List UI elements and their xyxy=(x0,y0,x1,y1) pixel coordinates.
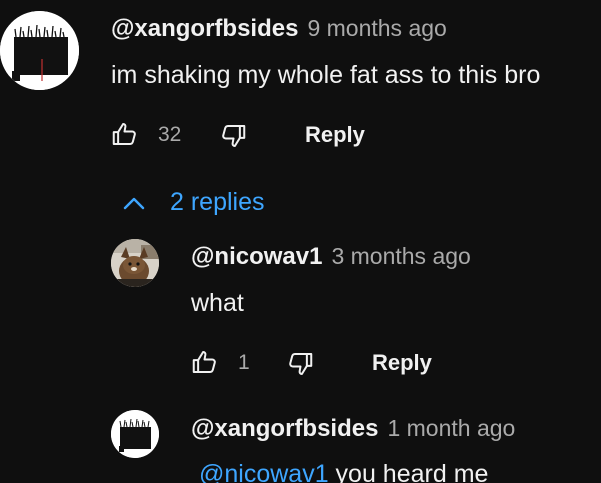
thumbs-up-icon xyxy=(192,351,216,373)
thumbs-up-icon xyxy=(112,123,136,145)
reply-button[interactable]: Reply xyxy=(305,124,365,146)
reply-header: @xangorfbsides 1 month ago xyxy=(191,417,515,441)
comment-timestamp[interactable]: 9 months ago xyxy=(307,17,446,40)
avatar-image xyxy=(0,11,79,90)
thumbs-down-icon xyxy=(289,353,313,375)
thumbs-down-icon xyxy=(222,125,246,147)
like-count: 32 xyxy=(158,123,182,146)
comments-section: @xangorfbsides 9 months ago im shaking m… xyxy=(0,0,601,483)
replies-count-label: 2 replies xyxy=(170,188,265,216)
avatar[interactable] xyxy=(111,239,159,287)
reply-header: @nicowav1 3 months ago xyxy=(191,245,471,269)
like-button[interactable] xyxy=(108,117,142,151)
chevron-up-icon xyxy=(123,197,145,209)
replies-toggle-button[interactable]: 2 replies xyxy=(118,190,265,215)
comment-text: im shaking my whole fat ass to this bro xyxy=(111,61,541,89)
reply-text: what xyxy=(191,289,244,317)
reply-text: @nicowav1 you heard me xyxy=(199,462,488,483)
avatar[interactable] xyxy=(0,11,79,90)
avatar-image xyxy=(111,410,159,458)
reply-button[interactable]: Reply xyxy=(372,352,432,374)
dislike-button[interactable] xyxy=(216,119,250,153)
reply-timestamp[interactable]: 3 months ago xyxy=(331,245,470,268)
comment-author[interactable]: @xangorfbsides xyxy=(111,17,298,41)
reply-timestamp[interactable]: 1 month ago xyxy=(387,417,515,440)
like-count: 1 xyxy=(238,351,250,374)
dislike-button[interactable] xyxy=(283,347,317,381)
reply-author[interactable]: @xangorfbsides xyxy=(191,417,378,441)
like-button[interactable] xyxy=(188,345,222,379)
comment-header: @xangorfbsides 9 months ago xyxy=(111,17,447,41)
mention-link[interactable]: @nicowav1 xyxy=(199,460,329,483)
reply-text-body: you heard me xyxy=(328,460,489,483)
avatar-image xyxy=(111,239,159,287)
avatar[interactable] xyxy=(111,410,159,458)
reply-author[interactable]: @nicowav1 xyxy=(191,245,322,269)
